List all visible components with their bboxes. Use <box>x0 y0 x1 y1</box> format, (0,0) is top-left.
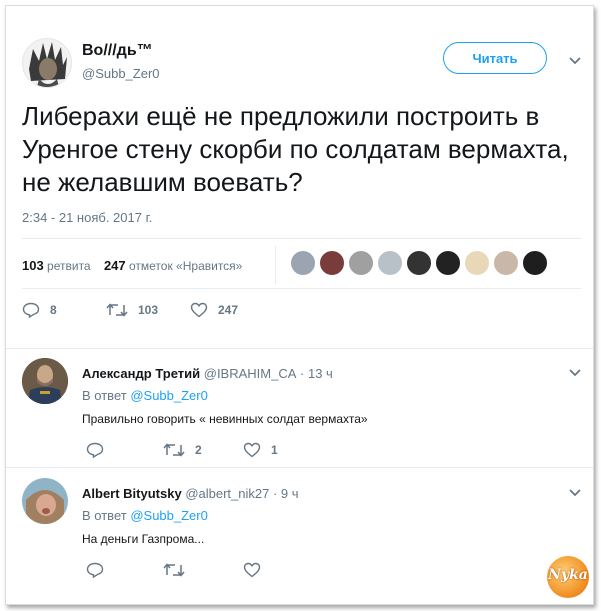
liker-avatar[interactable] <box>464 250 490 276</box>
reply-icon <box>22 302 40 318</box>
reply-text: Правильно говорить « невинных солдат вер… <box>82 412 368 426</box>
likes-count[interactable]: 247 <box>104 258 126 273</box>
divider <box>6 467 593 468</box>
retweet-icon <box>163 563 185 577</box>
retweet-count: 2 <box>195 443 202 457</box>
liker-avatar[interactable] <box>406 250 432 276</box>
follow-button[interactable]: Читать <box>443 42 547 74</box>
retweet-count: 103 <box>138 303 159 317</box>
retweet-action[interactable] <box>163 562 195 578</box>
author-handle[interactable]: @Subb_Zer0 <box>82 66 160 81</box>
chevron-down-icon[interactable] <box>568 488 582 498</box>
divider <box>22 238 581 239</box>
liker-avatar[interactable] <box>319 250 345 276</box>
like-action[interactable]: 247 <box>190 302 238 318</box>
like-count: 1 <box>271 443 278 457</box>
reply-avatar[interactable] <box>22 358 68 404</box>
watermark-text: Nyka <box>548 567 588 583</box>
reply-author-handle[interactable]: @IBRAHIM_CA <box>204 366 297 381</box>
reply-author[interactable]: Александр Третий @IBRAHIM_CA · 13 ч <box>82 366 333 381</box>
retweets-label[interactable]: ретвита <box>47 259 91 273</box>
author-name[interactable]: Во///дь™ <box>82 42 153 60</box>
in-reply-mention[interactable]: @Subb_Zer0 <box>130 388 208 403</box>
in-reply-mention[interactable]: @Subb_Zer0 <box>130 508 208 523</box>
liker-avatar[interactable] <box>377 250 403 276</box>
reply-count: 8 <box>50 303 57 317</box>
reply-author-name[interactable]: Albert Bityutsky <box>82 486 182 501</box>
reply-author[interactable]: Albert Bityutsky @albert_nik27 · 9 ч <box>82 486 299 501</box>
reply-text: На деньги Газпрома... <box>82 532 205 546</box>
stats-divider <box>275 246 276 284</box>
divider <box>6 348 593 349</box>
like-count: 247 <box>218 303 239 317</box>
reply-icon <box>86 562 104 578</box>
author-avatar[interactable] <box>22 38 72 88</box>
reply-action[interactable]: 8 <box>22 302 57 318</box>
liker-avatar[interactable] <box>522 250 548 276</box>
tweet-card: Во///дь™ @Subb_Zer0 Читать Либерахи ещё … <box>5 5 594 605</box>
divider <box>22 288 581 289</box>
in-reply-prefix: В ответ <box>82 388 127 403</box>
heart-icon <box>190 302 208 318</box>
retweet-action[interactable]: 2 <box>163 442 202 458</box>
retweet-action[interactable]: 103 <box>106 302 158 318</box>
likes-label[interactable]: отметок «Нравится» <box>129 259 242 273</box>
in-reply-to: В ответ @Subb_Zer0 <box>82 388 208 403</box>
chevron-down-icon[interactable] <box>568 56 582 66</box>
reply-icon <box>86 442 104 458</box>
in-reply-to: В ответ @Subb_Zer0 <box>82 508 208 523</box>
reply-time[interactable]: · 9 ч <box>273 486 299 501</box>
reply-author-name[interactable]: Александр Третий <box>82 366 200 381</box>
retweet-icon <box>106 303 128 317</box>
reply-time[interactable]: · 13 ч <box>300 366 333 381</box>
liker-avatar[interactable] <box>435 250 461 276</box>
tweet-timestamp[interactable]: 2:34 - 21 нояб. 2017 г. <box>22 210 152 225</box>
heart-icon <box>243 562 261 578</box>
like-action[interactable] <box>243 562 271 578</box>
engagement-stats: 103 ретвита 247 отметок «Нравится» <box>22 258 242 273</box>
liker-avatar[interactable] <box>493 250 519 276</box>
reply-action[interactable] <box>86 442 114 458</box>
like-action[interactable]: 1 <box>243 442 278 458</box>
retweet-icon <box>163 443 185 457</box>
reply-author-handle[interactable]: @albert_nik27 <box>185 486 269 501</box>
in-reply-prefix: В ответ <box>82 508 127 523</box>
tweet-text: Либерахи ещё не предложили построить в У… <box>22 101 569 197</box>
heart-icon <box>243 442 261 458</box>
liker-avatar[interactable] <box>348 250 374 276</box>
chevron-down-icon[interactable] <box>568 368 582 378</box>
watermark-logo: Nyka <box>547 556 589 598</box>
liker-avatar[interactable] <box>290 250 316 276</box>
reply-avatar[interactable] <box>22 478 68 524</box>
retweets-count[interactable]: 103 <box>22 258 44 273</box>
reply-action[interactable] <box>86 562 114 578</box>
